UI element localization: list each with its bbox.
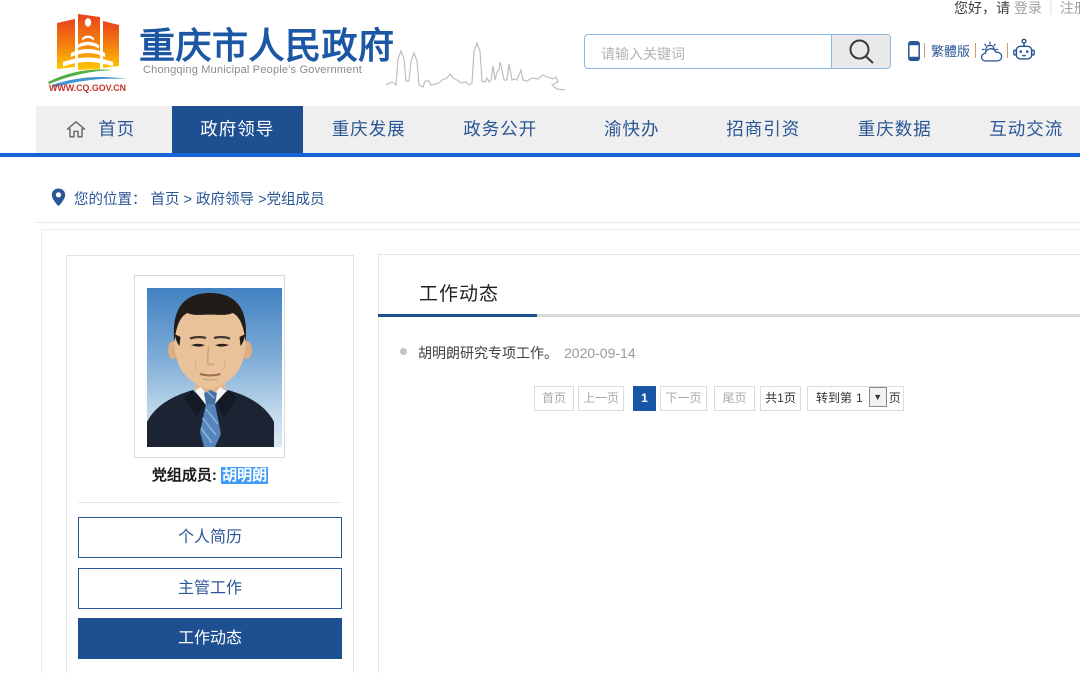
svg-text:WWW.CQ.GOV.CN: WWW.CQ.GOV.CN bbox=[49, 83, 126, 93]
